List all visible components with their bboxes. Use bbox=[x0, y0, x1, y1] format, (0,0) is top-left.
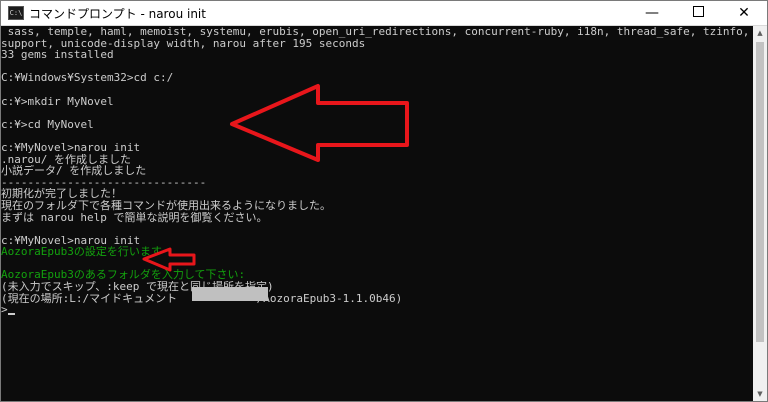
console-line: sass, temple, haml, memoist, systemu, er… bbox=[1, 26, 753, 38]
text-cursor bbox=[7, 312, 15, 315]
console-line: c:¥>mkdir MyNovel bbox=[1, 95, 114, 108]
close-icon: ✕ bbox=[738, 5, 750, 21]
console-lines: sass, temple, haml, memoist, systemu, er… bbox=[1, 26, 753, 316]
console-line: c:¥MyNovel>narou init bbox=[1, 141, 141, 154]
command-prompt-window: C:\ コマンドプロンプト - narou init — ✕ sass, tem… bbox=[0, 0, 768, 402]
title-bar[interactable]: C:\ コマンドプロンプト - narou init — ✕ bbox=[1, 1, 767, 26]
console-line: support, unicode-display_width, narou af… bbox=[1, 37, 366, 50]
console-line: > bbox=[1, 304, 753, 316]
console-line: .narou/ を作成しました bbox=[1, 153, 131, 166]
minimize-button[interactable]: — bbox=[629, 1, 675, 25]
vertical-scrollbar[interactable]: ▲ ▼ bbox=[753, 26, 767, 401]
console-line: 現在のフォルダ下で各種コマンドが使用出来るようになりました。 bbox=[1, 199, 331, 212]
maximize-button[interactable] bbox=[675, 1, 721, 25]
window-title: コマンドプロンプト - narou init bbox=[29, 7, 206, 21]
console-line: 33 gems installed bbox=[1, 49, 114, 61]
scrollbar-thumb[interactable] bbox=[756, 42, 764, 342]
console-line: c:¥>cd MyNovel bbox=[1, 118, 94, 131]
console-line: 初期化が完了しました！ bbox=[1, 188, 122, 200]
cmd-app-icon[interactable]: C:\ bbox=[8, 6, 24, 20]
redacted-path-segment bbox=[192, 287, 268, 301]
console-line: まずは narou help で簡単な説明を御覧ください。 bbox=[1, 211, 268, 224]
console-line: 小説データ/ を作成しました bbox=[1, 165, 147, 177]
console-line: (未入力でスキップ、:keep で現在と同じ場所を指定) bbox=[1, 281, 274, 293]
console-line: (現在の場所:L:/マイドキュメント /AozoraEpub3-1.1.0b46… bbox=[1, 292, 403, 305]
console-line: c:¥MyNovel>narou init bbox=[1, 234, 141, 247]
scroll-up-arrow-icon[interactable]: ▲ bbox=[753, 26, 767, 40]
console-line: ------------------------------- bbox=[1, 176, 207, 189]
close-button[interactable]: ✕ bbox=[721, 1, 767, 25]
console-line: C:¥Windows¥System32>cd c:/ bbox=[1, 72, 174, 84]
maximize-icon bbox=[692, 6, 704, 17]
console-line: AozoraEpub3の設定を行います bbox=[1, 246, 162, 258]
console-line: AozoraEpub3のあるフォルダを入力して下さい: bbox=[1, 269, 246, 282]
console-output[interactable]: sass, temple, haml, memoist, systemu, er… bbox=[1, 26, 753, 401]
minimize-icon: — bbox=[645, 5, 659, 21]
scroll-down-arrow-icon[interactable]: ▼ bbox=[753, 387, 767, 401]
